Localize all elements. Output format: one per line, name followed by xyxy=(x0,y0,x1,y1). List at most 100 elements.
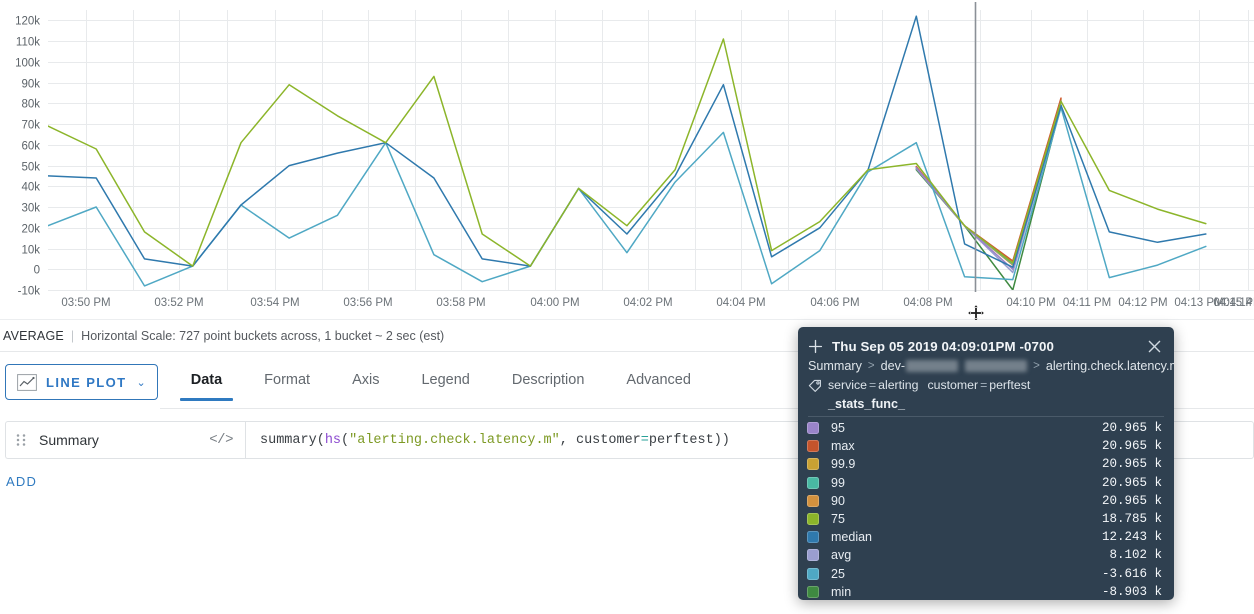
series-line-median xyxy=(48,15,1207,268)
x-axis-tick-label: 04:10 PM xyxy=(1006,297,1055,309)
tooltip-series-row[interactable]: min -8.903 k xyxy=(798,583,1174,600)
line-chart[interactable]: 120k 110k 100k 90k 80k 70k 60k 50k 40k 30k 20k 10k 0… xyxy=(0,0,1254,320)
tag-key: customer xyxy=(927,378,979,392)
plus-icon[interactable] xyxy=(808,339,823,354)
tooltip-series-row[interactable]: max 20.965 k xyxy=(798,437,1174,455)
point-details-tooltip[interactable]: Thu Sep 05 2019 04:09:01PM -0700 Summary… xyxy=(798,327,1174,600)
tab-format[interactable]: Format xyxy=(243,360,331,401)
horizontal-scale-label: Horizontal Scale: 727 point buckets acro… xyxy=(81,328,445,343)
tooltip-series-row[interactable]: 95 20.965 k xyxy=(798,419,1174,437)
tooltip-header: Thu Sep 05 2019 04:09:01PM -0700 xyxy=(798,327,1174,357)
y-axis-tick-label: 0 xyxy=(34,265,40,277)
tooltip-breadcrumb: Summary > dev- > alerting.check.latency.… xyxy=(798,357,1174,373)
y-axis-tick-label: -10k xyxy=(18,286,41,298)
close-icon[interactable] xyxy=(1147,339,1162,354)
series-color-swatch xyxy=(807,513,819,526)
y-axis-tick-label: 50k xyxy=(21,162,40,174)
series-line-75 xyxy=(48,38,1207,267)
tab-data[interactable]: Data xyxy=(170,360,243,401)
series-name: avg xyxy=(831,548,852,563)
breadcrumb-root[interactable]: Summary xyxy=(808,359,862,373)
tooltip-group-label: _stats_func_ xyxy=(828,397,905,411)
y-axis-tick-label: 100k xyxy=(15,58,40,70)
query-token-1: hs xyxy=(324,432,342,448)
chevron-down-icon: ⌄ xyxy=(136,376,146,389)
series-value: 20.965 k xyxy=(1101,475,1162,490)
tooltip-series-row[interactable]: 90 20.965 k xyxy=(798,492,1174,510)
status-separator: | xyxy=(70,328,75,343)
line-chart-icon xyxy=(17,373,37,391)
tooltip-series-row[interactable]: 99.9 20.965 k xyxy=(798,455,1174,473)
add-query-button[interactable]: ADD xyxy=(6,474,37,489)
y-axis-tick-label: 120k xyxy=(15,16,40,28)
tab-legend[interactable]: Legend xyxy=(400,360,490,401)
query-token-2: ( xyxy=(341,432,350,448)
tag-icon xyxy=(808,379,821,392)
series-name: 99.9 xyxy=(831,457,856,472)
series-name: min xyxy=(831,584,852,599)
tag-value: alerting xyxy=(878,378,919,392)
tooltip-series-list: 95 20.965 k max 20.965 k 99.9 20.965 k 99 20.96… xyxy=(798,417,1174,600)
plot-type-button[interactable]: LINE PLOT ⌄ xyxy=(5,364,158,400)
y-axis-tick-label: 40k xyxy=(21,182,40,194)
x-axis-tick-label: 03:58 PM xyxy=(436,297,485,309)
query-token-4: , xyxy=(559,432,576,448)
breadcrumb-separator-1: > xyxy=(867,360,875,372)
tab-axis[interactable]: Axis xyxy=(331,360,400,401)
series-color-swatch xyxy=(807,440,819,453)
x-axis-tick-label: 03:54 PM xyxy=(250,297,299,309)
tag-value: perftest xyxy=(989,378,1031,392)
series-value: 18.785 k xyxy=(1101,512,1162,527)
tooltip-series-row[interactable]: avg 8.102 k xyxy=(798,546,1174,564)
tooltip-series-row[interactable]: 99 20.965 k xyxy=(798,474,1174,492)
x-axis-tick-label-last: 04:15 PM xyxy=(1213,297,1254,309)
query-token-0: summary( xyxy=(260,432,325,448)
series-name: 90 xyxy=(831,493,845,508)
breadcrumb-host[interactable]: dev- xyxy=(881,359,1028,373)
tooltip-tag-service: service = alerting xyxy=(828,378,918,392)
redacted-block-1 xyxy=(906,360,959,372)
series-name: 25 xyxy=(831,566,845,581)
tooltip-tag-customer: customer = perftest xyxy=(927,378,1030,392)
x-axis-tick-label: 03:50 PM xyxy=(61,297,110,309)
series-value: 20.965 k xyxy=(1101,439,1162,454)
x-axis-tick-label: 04:00 PM xyxy=(530,297,579,309)
series-value: 12.243 k xyxy=(1101,530,1162,545)
query-name-cell[interactable]: Summary </> xyxy=(5,421,245,459)
tag-equals: = xyxy=(980,378,988,392)
chart-panel[interactable]: 120k 110k 100k 90k 80k 70k 60k 50k 40k 30k 20k 10k 0… xyxy=(0,0,1254,322)
tooltip-series-row[interactable]: median 12.243 k xyxy=(798,528,1174,546)
series-color-swatch xyxy=(807,476,819,489)
x-axis-tick-label: 04:02 PM xyxy=(623,297,672,309)
series-color-swatch xyxy=(807,458,819,471)
plot-type-label: LINE PLOT xyxy=(46,374,127,390)
x-axis-tick-label: 03:52 PM xyxy=(154,297,203,309)
tag-key: service xyxy=(828,378,867,392)
series-color-swatch xyxy=(807,549,819,562)
tooltip-tags: service = alerting customer = perftest xyxy=(798,373,1174,393)
y-axis-tick-label: 80k xyxy=(21,99,40,111)
series-name: median xyxy=(831,530,872,545)
series-line-min xyxy=(915,104,1062,290)
query-token-3: "alerting.check.latency.m" xyxy=(349,432,560,448)
drag-handle-icon[interactable] xyxy=(16,433,26,447)
x-axis-tick-label: 04:12 PM xyxy=(1118,297,1167,309)
series-color-swatch xyxy=(807,422,819,435)
plot-lines xyxy=(48,15,1207,290)
x-axis-tick-label: 04:11 PM xyxy=(1063,297,1111,309)
y-axis-tick-label: 60k xyxy=(21,141,40,153)
editor-tabs[interactable]: Data Format Axis Legend Description Advanced xyxy=(170,360,712,401)
breadcrumb-metric[interactable]: alerting.check.latency.m xyxy=(1046,359,1174,373)
code-icon[interactable]: </> xyxy=(209,432,233,448)
series-color-swatch xyxy=(807,567,819,580)
tab-description[interactable]: Description xyxy=(491,360,606,401)
tooltip-series-row[interactable]: 25 -3.616 k xyxy=(798,565,1174,583)
y-axis-tick-label: 70k xyxy=(21,120,40,132)
x-axis-tick-label: 04:08 PM xyxy=(903,297,952,309)
tab-advanced[interactable]: Advanced xyxy=(605,360,712,401)
series-color-swatch xyxy=(807,494,819,507)
tooltip-title: Thu Sep 05 2019 04:09:01PM -0700 xyxy=(832,338,1054,354)
y-axis-tick-label: 20k xyxy=(21,224,40,236)
tooltip-series-row[interactable]: 75 18.785 k xyxy=(798,510,1174,528)
query-token-8: )) xyxy=(713,432,730,448)
